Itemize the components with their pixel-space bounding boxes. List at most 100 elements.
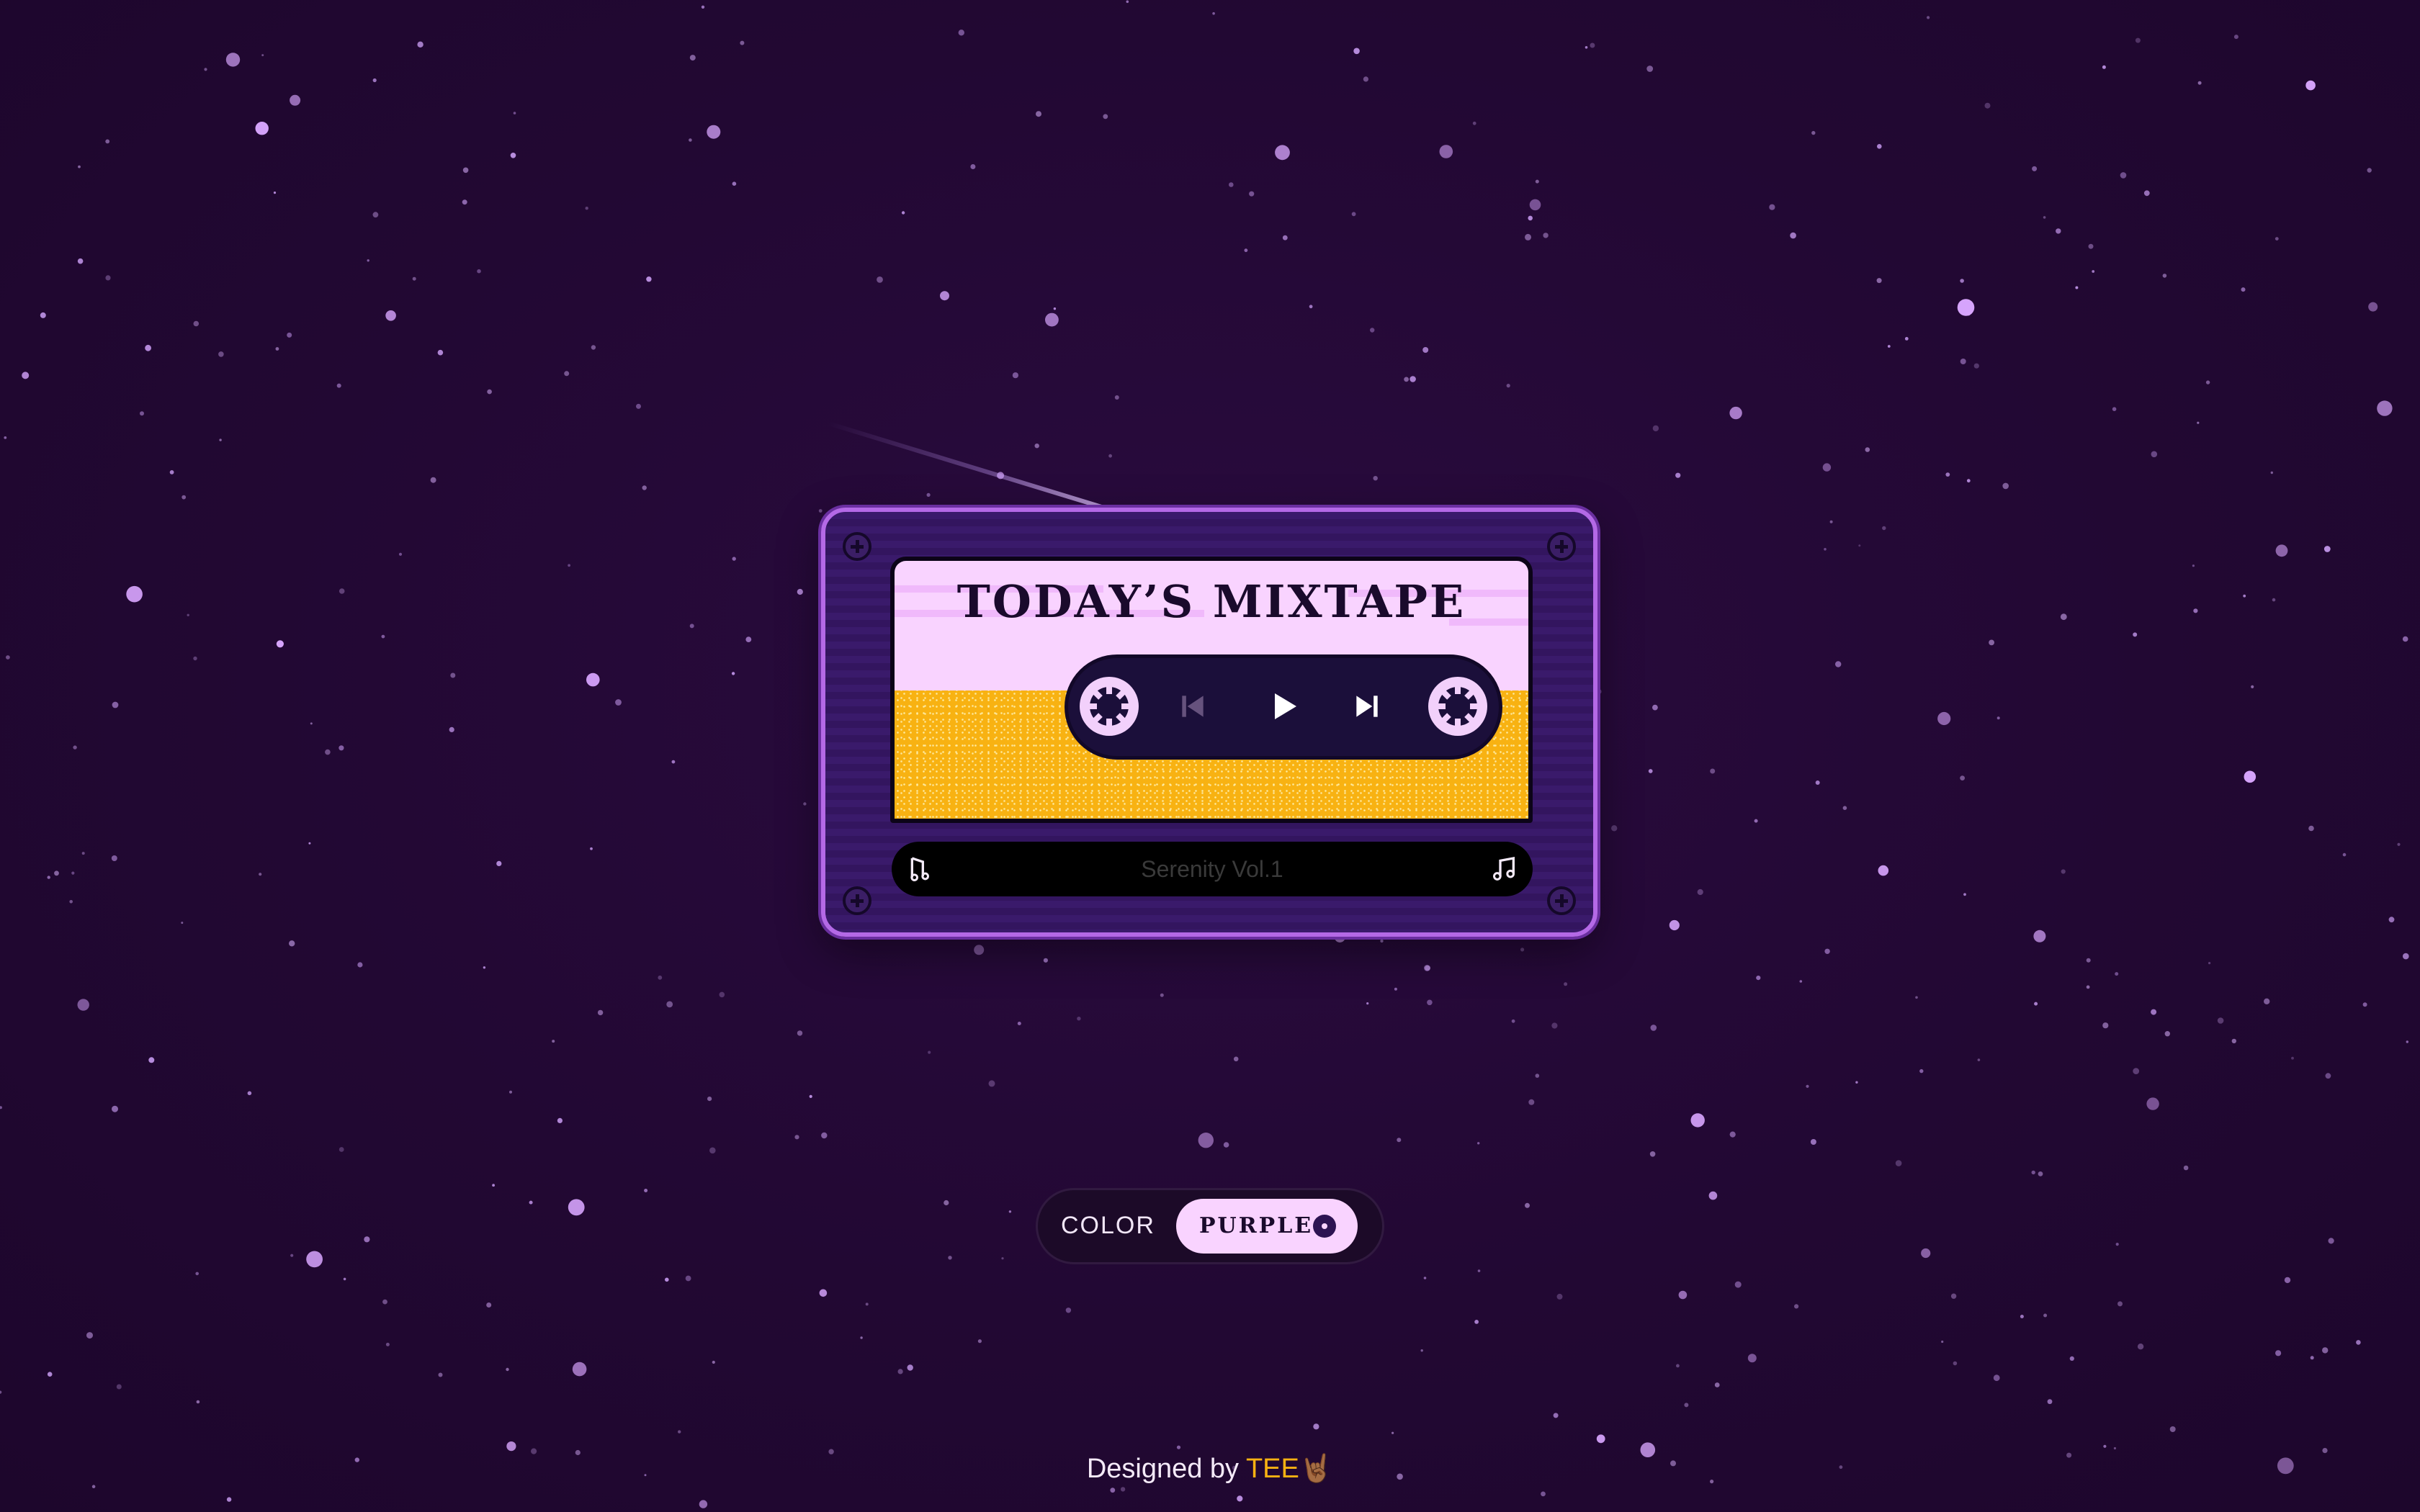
star <box>339 588 345 594</box>
star <box>2241 287 2246 292</box>
star <box>73 745 77 750</box>
star <box>1790 232 1796 239</box>
star <box>430 477 436 483</box>
star <box>339 1147 344 1152</box>
star <box>803 802 807 806</box>
star <box>1957 299 1975 316</box>
star <box>126 585 143 603</box>
star <box>112 701 119 708</box>
star <box>1223 1142 1229 1148</box>
star <box>1829 520 1833 523</box>
star <box>2137 1344 2144 1350</box>
star <box>1053 307 1057 310</box>
star <box>2270 471 2273 474</box>
star <box>707 125 721 139</box>
star <box>689 624 694 629</box>
star <box>1810 1139 1816 1145</box>
star <box>740 40 745 45</box>
star <box>685 1275 691 1282</box>
star <box>590 847 593 850</box>
footer-prefix: Designed by <box>1086 1454 1246 1484</box>
star <box>2403 953 2409 960</box>
star <box>2133 1068 2140 1074</box>
star <box>290 94 301 106</box>
star <box>865 1302 869 1306</box>
star <box>1244 248 1248 253</box>
star <box>901 211 905 215</box>
star <box>1993 1374 2000 1382</box>
author-name: TEE <box>1245 1454 1299 1484</box>
star <box>1474 1320 1479 1324</box>
star <box>2103 1444 2107 1448</box>
star <box>1543 233 1549 238</box>
star <box>644 1189 648 1192</box>
star <box>219 438 222 441</box>
star <box>1590 42 1595 48</box>
star <box>2164 1031 2170 1037</box>
play-button[interactable] <box>1258 681 1309 732</box>
previous-button[interactable] <box>1168 681 1218 732</box>
star <box>1960 279 1964 283</box>
star <box>417 41 424 48</box>
star <box>2402 636 2408 642</box>
star <box>2143 190 2150 197</box>
reel-tooth <box>1106 683 1112 694</box>
star <box>1110 1488 1116 1493</box>
star <box>1729 1131 1736 1138</box>
star <box>1103 114 1108 120</box>
track-display: Serenity Vol.1 <box>892 842 1533 896</box>
reel-tooth <box>1455 719 1461 730</box>
star <box>1535 1074 1540 1078</box>
star <box>719 991 725 998</box>
star <box>438 1372 443 1377</box>
star <box>204 68 207 71</box>
star <box>1989 639 1995 646</box>
star <box>483 966 486 969</box>
next-button[interactable] <box>1342 681 1392 732</box>
star <box>372 212 379 218</box>
star <box>797 588 803 595</box>
star <box>1973 363 1979 369</box>
star <box>586 672 600 687</box>
star <box>506 1367 509 1372</box>
star <box>1652 425 1659 432</box>
star <box>809 1094 812 1098</box>
star <box>2002 482 2009 490</box>
star <box>1229 182 1234 187</box>
star <box>509 1090 512 1094</box>
star <box>1313 1423 1319 1430</box>
star <box>1675 472 1681 478</box>
star <box>437 349 444 356</box>
star <box>1858 544 1861 547</box>
star <box>1678 1290 1688 1300</box>
star <box>105 139 110 144</box>
star <box>5 655 10 660</box>
star <box>510 153 516 158</box>
star <box>1799 980 1803 983</box>
star <box>2086 985 2090 989</box>
star <box>1649 1151 1656 1157</box>
star <box>2197 421 2200 424</box>
star <box>1882 526 1886 531</box>
star <box>496 860 502 866</box>
star <box>709 1147 716 1154</box>
star <box>290 1254 294 1257</box>
star <box>71 871 75 875</box>
star <box>2322 1347 2329 1354</box>
star <box>54 870 59 876</box>
color-option-button[interactable]: PURPLE <box>1176 1199 1358 1254</box>
star <box>1676 1364 1680 1368</box>
star <box>1065 1308 1072 1313</box>
star <box>1114 395 1119 400</box>
track-name: Serenity Vol.1 <box>1141 856 1283 882</box>
star <box>105 275 111 281</box>
star <box>1714 1382 1720 1387</box>
star <box>1865 447 1870 452</box>
star <box>794 1135 799 1140</box>
star <box>1249 191 1255 197</box>
star <box>797 1030 803 1036</box>
star <box>1392 1431 1394 1434</box>
star <box>513 112 516 114</box>
star <box>2056 228 2061 234</box>
star <box>398 552 403 556</box>
